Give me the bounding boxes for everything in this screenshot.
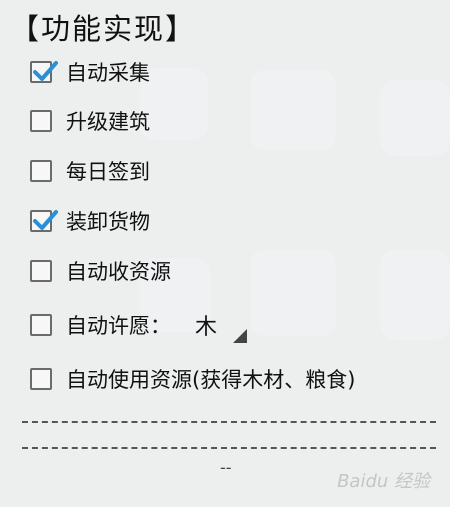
option-auto-use-resources[interactable]: 自动使用资源(获得木材、粮食): [30, 362, 355, 396]
option-label: 自动采集: [66, 61, 150, 85]
watermark: Baidu 经验: [337, 471, 430, 492]
option-auto-collect-resources[interactable]: 自动收资源: [30, 254, 171, 288]
option-label: 升级建筑: [66, 110, 150, 134]
option-label: 装卸货物: [66, 210, 150, 234]
checkbox-unchecked[interactable]: [30, 160, 52, 182]
checkbox-unchecked[interactable]: [30, 368, 52, 390]
checkbox-unchecked[interactable]: [30, 110, 52, 132]
option-label: 每日签到: [66, 160, 150, 184]
checkbox-unchecked[interactable]: [30, 314, 52, 336]
trailing-dashes: --: [220, 458, 232, 477]
option-auto-wish[interactable]: 自动许愿： 木: [30, 307, 247, 343]
option-label: 自动收资源: [66, 260, 171, 284]
divider-dashed: [22, 447, 436, 449]
option-upgrade-building[interactable]: 升级建筑: [30, 104, 150, 138]
checkbox-checked[interactable]: [30, 61, 58, 83]
option-daily-checkin[interactable]: 每日签到: [30, 154, 150, 188]
option-label: 自动使用资源(获得木材、粮食): [66, 368, 356, 392]
panel-title: 【功能实现】: [10, 12, 197, 46]
divider-dashed: [22, 421, 436, 423]
option-label: 自动许愿：: [66, 314, 171, 338]
option-auto-collect[interactable]: 自动采集: [30, 55, 150, 89]
dropdown-selected-value: 木: [195, 315, 218, 340]
option-load-unload-goods[interactable]: 装卸货物: [30, 204, 150, 238]
function-panel: 【功能实现】 自动采集 升级建筑 每日签到 装卸货物 自动收资源 自动许愿： 木…: [0, 0, 450, 507]
dropdown-arrow-icon: [233, 329, 247, 343]
wish-resource-dropdown[interactable]: 木: [191, 307, 247, 343]
checkbox-unchecked[interactable]: [30, 260, 52, 282]
checkbox-checked[interactable]: [30, 210, 58, 232]
